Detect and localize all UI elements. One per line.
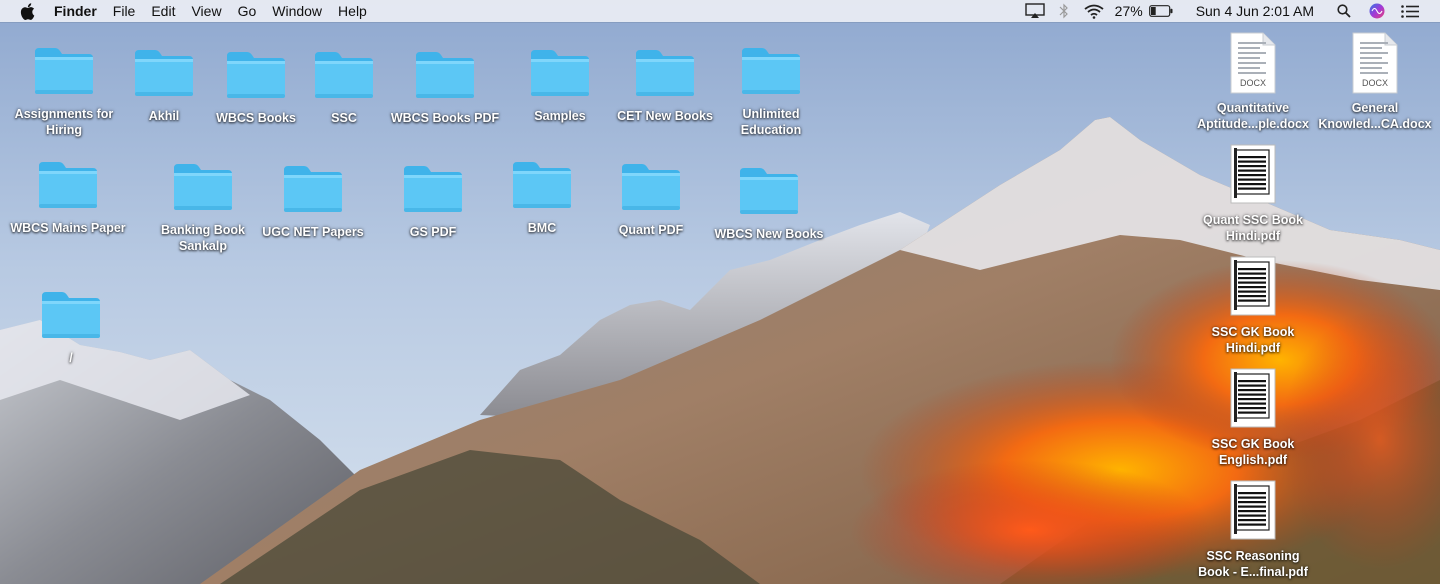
file-type-badge: DOCX — [1239, 78, 1266, 88]
folder-icon — [40, 288, 102, 340]
folder-label: Quant PDF — [618, 223, 684, 237]
notification-center-icon[interactable] — [1400, 0, 1420, 22]
folder-icon — [414, 48, 476, 100]
folder-label: Akhil — [148, 109, 180, 123]
folder-label: GS PDF — [409, 225, 457, 239]
menu-go[interactable]: Go — [230, 0, 265, 22]
battery-percent: 27% — [1114, 3, 1143, 19]
docx-file-icon: DOCX — [1230, 32, 1276, 94]
menu-view[interactable]: View — [183, 0, 229, 22]
desktop-folder[interactable]: CET New Books — [605, 46, 725, 124]
folder-icon — [511, 158, 573, 210]
folder-icon — [402, 162, 464, 214]
spotlight-search-icon[interactable] — [1336, 0, 1352, 22]
folder-label: BMC — [527, 221, 557, 235]
menu-window[interactable]: Window — [264, 0, 330, 22]
menu-edit[interactable]: Edit — [143, 0, 183, 22]
desktop-pdf-file[interactable]: SSC Reasoning Book - E...final.pdf — [1187, 480, 1319, 580]
bluetooth-icon[interactable] — [1057, 0, 1071, 22]
desktop-folder[interactable]: Quant PDF — [591, 160, 711, 238]
folder-icon — [738, 164, 800, 216]
folder-icon — [529, 46, 591, 98]
file-label: SSC GK Book Hindi.pdf — [1211, 325, 1295, 355]
file-label: SSC GK Book English.pdf — [1211, 437, 1295, 467]
file-type-badge: DOCX — [1361, 78, 1388, 88]
folder-label: WBCS Mains Paper — [10, 221, 126, 235]
desktop-pdf-file[interactable]: Quant SSC Book Hindi.pdf — [1187, 144, 1319, 244]
menu-app-name[interactable]: Finder — [54, 0, 105, 22]
file-label: Quant SSC Book Hindi.pdf — [1202, 213, 1303, 243]
folder-label: Banking Book Sankalp — [160, 223, 246, 253]
folder-icon — [225, 48, 287, 100]
folder-label: Unlimited Education — [740, 107, 802, 137]
desktop-folder[interactable]: Samples — [500, 46, 620, 124]
wifi-icon[interactable] — [1083, 0, 1105, 22]
desktop-docx-file[interactable]: DOCX General Knowled...CA.docx — [1309, 32, 1440, 132]
desktop-folder[interactable]: Unlimited Education — [711, 44, 831, 138]
desktop-docx-file[interactable]: DOCX Quantitative Aptitude...ple.docx — [1187, 32, 1319, 132]
desktop-folder[interactable]: UGC NET Papers — [253, 162, 373, 240]
pdf-file-icon — [1230, 256, 1276, 316]
pdf-file-icon — [1230, 480, 1276, 540]
folder-icon — [620, 160, 682, 212]
desktop-folder[interactable]: Banking Book Sankalp — [143, 160, 263, 254]
menu-help[interactable]: Help — [330, 0, 375, 22]
folder-label: / — [69, 351, 73, 365]
file-label: General Knowled...CA.docx — [1318, 101, 1432, 131]
folder-label: UGC NET Papers — [262, 225, 364, 239]
pdf-file-icon — [1230, 144, 1276, 204]
folder-label: CET New Books — [617, 109, 713, 123]
folder-label: Samples — [534, 109, 586, 123]
folder-label: WBCS Books PDF — [390, 111, 500, 125]
desktop-folder[interactable]: WBCS Books PDF — [385, 48, 505, 126]
desktop-pdf-file[interactable]: SSC GK Book Hindi.pdf — [1187, 256, 1319, 356]
folder-icon — [33, 44, 95, 96]
folder-icon — [740, 44, 802, 96]
desktop-folder[interactable]: WBCS Mains Paper — [8, 158, 128, 236]
folder-icon — [172, 160, 234, 212]
menu-file[interactable]: File — [105, 0, 144, 22]
desktop-folder[interactable]: BMC — [482, 158, 602, 236]
folder-label: SSC — [331, 111, 357, 125]
siri-icon[interactable] — [1368, 0, 1386, 22]
battery-icon[interactable] — [1148, 0, 1174, 22]
airplay-icon[interactable] — [1023, 0, 1047, 22]
folder-icon — [313, 48, 375, 100]
folder-icon — [133, 46, 195, 98]
desktop-pdf-file[interactable]: SSC GK Book English.pdf — [1187, 368, 1319, 468]
desktop-folder[interactable]: / — [11, 288, 131, 366]
apple-menu-icon[interactable] — [20, 2, 36, 20]
folder-icon — [37, 158, 99, 210]
file-label: SSC Reasoning Book - E...final.pdf — [1198, 549, 1308, 579]
desktop-folder[interactable]: WBCS New Books — [709, 164, 829, 242]
desktop-folder[interactable]: GS PDF — [373, 162, 493, 240]
docx-file-icon: DOCX — [1352, 32, 1398, 94]
folder-label: WBCS New Books — [714, 227, 824, 241]
file-label: Quantitative Aptitude...ple.docx — [1197, 101, 1309, 131]
pdf-file-icon — [1230, 368, 1276, 428]
menu-bar: Finder File Edit View Go Window Help 27%… — [0, 0, 1440, 22]
folder-label: Assignments for Hiring — [14, 107, 114, 137]
clock[interactable]: Sun 4 Jun 2:01 AM — [1196, 3, 1314, 19]
folder-icon — [634, 46, 696, 98]
folder-icon — [282, 162, 344, 214]
